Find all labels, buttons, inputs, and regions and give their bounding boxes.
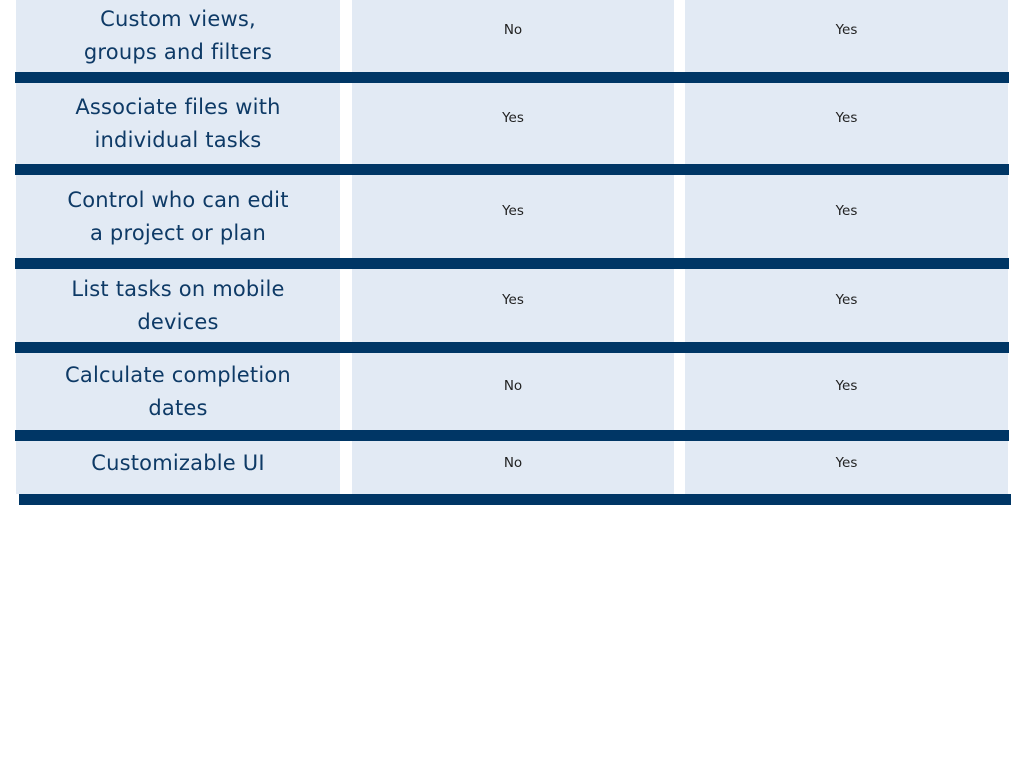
value-label: No xyxy=(503,22,523,38)
value-label: No xyxy=(503,455,523,471)
value-cell-col3: Yes xyxy=(685,175,1008,258)
value-cell-col2: No xyxy=(352,441,674,494)
feature-label: Control who can edit a project or plan xyxy=(67,187,289,245)
feature-cell: Customizable UI xyxy=(16,441,340,494)
value-cell-col2: Yes xyxy=(352,175,674,258)
value-cell-col2: Yes xyxy=(352,83,674,164)
feature-label: Calculate completion dates xyxy=(65,362,291,420)
value-label: No xyxy=(503,378,523,394)
value-cell-col3: Yes xyxy=(685,441,1008,494)
value-label: Yes xyxy=(835,110,858,126)
row-divider xyxy=(15,72,1009,83)
value-label: Yes xyxy=(835,292,858,308)
value-label: Yes xyxy=(835,22,858,38)
value-cell-col2: No xyxy=(352,0,674,72)
feature-label: Customizable UI xyxy=(91,451,265,475)
feature-label: List tasks on mobile devices xyxy=(71,276,285,334)
value-cell-col2: No xyxy=(352,353,674,430)
value-cell-col3: Yes xyxy=(685,0,1008,72)
value-label: Yes xyxy=(502,203,524,219)
value-cell-col3: Yes xyxy=(685,353,1008,430)
feature-cell: Associate files with individual tasks xyxy=(16,83,340,164)
value-label: Yes xyxy=(835,455,858,471)
row-divider xyxy=(15,164,1009,175)
value-label: Yes xyxy=(835,203,858,219)
value-cell-col2: Yes xyxy=(352,269,674,342)
feature-label: Custom views, groups and filters xyxy=(83,7,273,64)
row-divider xyxy=(15,342,1009,353)
feature-cell: Calculate completion dates xyxy=(16,353,340,430)
feature-cell: Custom views, groups and filters xyxy=(16,0,340,72)
feature-label: Associate files with individual tasks xyxy=(75,94,281,152)
row-divider xyxy=(19,494,1011,505)
feature-cell: Control who can edit a project or plan xyxy=(16,175,340,258)
value-label: Yes xyxy=(502,110,524,126)
value-label: Yes xyxy=(835,378,858,394)
value-cell-col3: Yes xyxy=(685,83,1008,164)
value-cell-col3: Yes xyxy=(685,269,1008,342)
feature-cell: List tasks on mobile devices xyxy=(16,269,340,342)
row-divider xyxy=(15,258,1009,269)
row-divider xyxy=(15,430,1009,441)
value-label: Yes xyxy=(502,292,524,308)
